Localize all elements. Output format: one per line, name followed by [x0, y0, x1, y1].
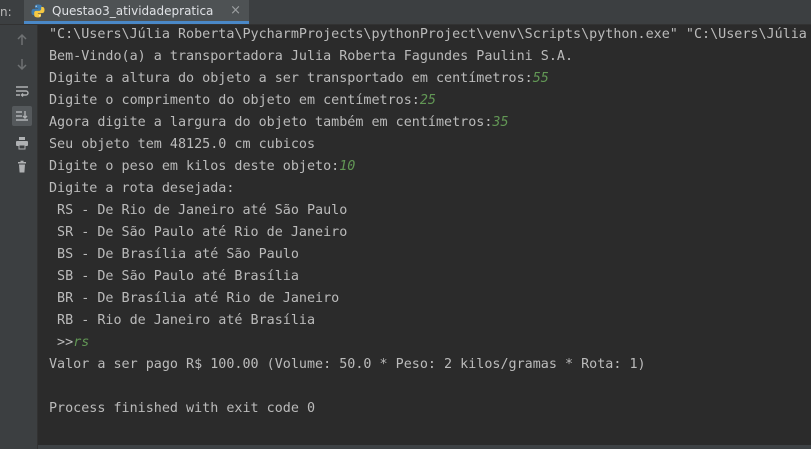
price-result-line: Valor a ser pago R$ 100.00 (Volume: 50.0… [49, 357, 646, 372]
route-option: BR - De Brasília até Rio de Janeiro [49, 291, 340, 306]
weight-input: 10 [339, 159, 356, 174]
volume-result-line: Seu objeto tem 48125.0 cm cubicos [49, 137, 316, 152]
welcome-line: Bem-Vindo(a) a transportadora Julia Robe… [49, 49, 574, 64]
run-label: n: [0, 5, 12, 19]
route-prompt-line: Digite a rota desejada: [49, 181, 235, 196]
route-input-line: >>rs [49, 334, 89, 352]
height-prompt-line: Digite a altura do objeto a ser transpor… [49, 70, 549, 88]
route-option: RB - Rio de Janeiro até Brasília [49, 313, 316, 328]
soft-wrap-icon[interactable] [12, 81, 32, 101]
route-option: BS - De Brasília até São Paulo [49, 247, 299, 262]
python-file-icon [31, 4, 45, 17]
tab-title: Questao3_atividadepratica [52, 3, 214, 18]
scroll-to-end-icon[interactable] [12, 106, 32, 126]
width-prompt: Agora digite a largura do objeto também … [49, 115, 493, 130]
tab-questao3[interactable]: Questao3_atividadepratica × [24, 0, 249, 24]
console-output[interactable]: "C:\Users\Júlia Roberta\PycharmProjects\… [38, 25, 811, 445]
length-input: 25 [419, 93, 436, 108]
route-input-prompt: >> [49, 335, 74, 350]
command-line: "C:\Users\Júlia Roberta\PycharmProjects\… [49, 27, 811, 42]
weight-prompt-line: Digite o peso em kilos deste objeto:10 [49, 158, 355, 176]
weight-prompt: Digite o peso em kilos deste objeto: [49, 159, 340, 174]
console-toolbar [0, 25, 38, 449]
length-prompt-line: Digite o comprimento do objeto em centím… [49, 92, 436, 110]
route-option: SB - De São Paulo até Brasília [49, 269, 299, 284]
route-option: RS - De Rio de Janeiro até São Paulo [49, 203, 348, 218]
width-input: 35 [492, 115, 509, 130]
route-option: SR - De São Paulo até Rio de Janeiro [49, 225, 348, 240]
print-icon[interactable] [12, 133, 32, 153]
width-prompt-line: Agora digite a largura do objeto também … [49, 114, 509, 132]
run-tab-bar: n: Questao3_atividadepratica × [0, 0, 811, 25]
close-tab-icon[interactable]: × [230, 3, 241, 19]
trash-icon[interactable] [12, 157, 32, 177]
height-prompt: Digite a altura do objeto a ser transpor… [49, 71, 533, 86]
height-input: 55 [532, 71, 549, 86]
arrow-up-icon[interactable] [12, 30, 32, 50]
length-prompt: Digite o comprimento do objeto em centím… [49, 93, 420, 108]
route-input: rs [73, 335, 90, 350]
arrow-down-icon[interactable] [12, 54, 32, 74]
exit-code-line: Process finished with exit code 0 [49, 401, 316, 416]
horizontal-scrollbar[interactable] [38, 445, 811, 449]
